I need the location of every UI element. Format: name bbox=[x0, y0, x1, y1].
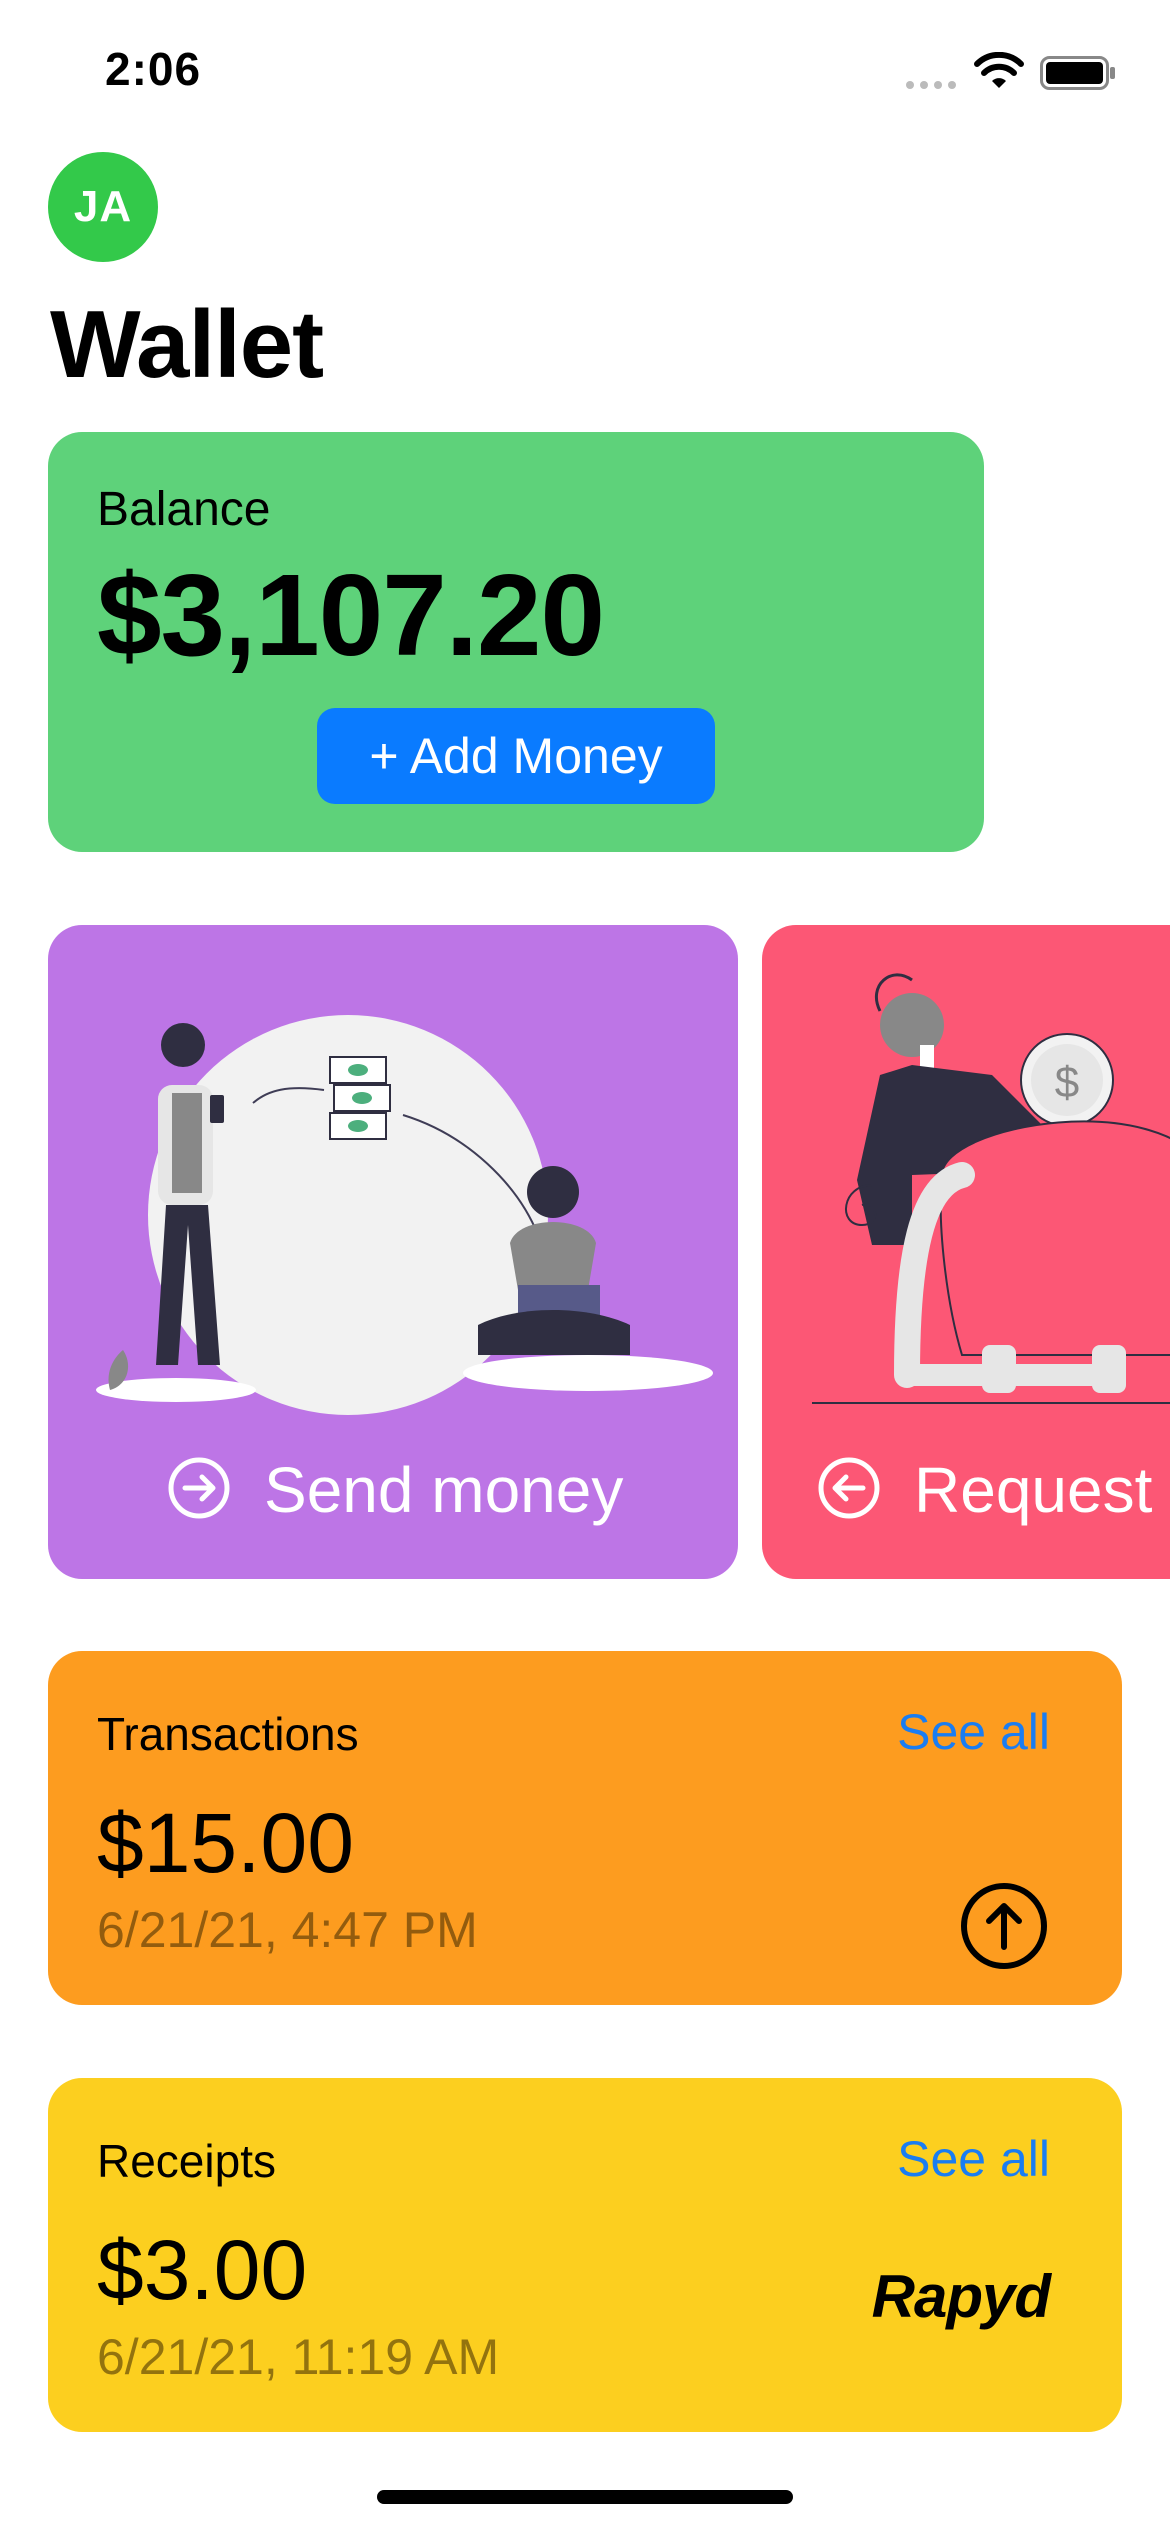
rapyd-logo: Rapyd bbox=[871, 2263, 1051, 2330]
transactions-card[interactable]: Transactions See all $15.00 6/21/21, 4:4… bbox=[48, 1651, 1122, 2005]
battery-icon bbox=[1040, 56, 1115, 90]
arrow-up-circle-icon bbox=[961, 1883, 1047, 1969]
receipts-title: Receipts bbox=[97, 2135, 276, 2187]
arrow-left-circle-icon bbox=[818, 1457, 880, 1519]
home-indicator bbox=[377, 2490, 793, 2504]
transactions-title: Transactions bbox=[97, 1708, 359, 1760]
send-money-label: Send money bbox=[264, 1454, 624, 1526]
request-money-card[interactable]: $ Request money bbox=[762, 925, 1170, 1579]
receipt-date: 6/21/21, 11:19 AM bbox=[97, 2329, 500, 2385]
wifi-icon bbox=[974, 52, 1024, 88]
avatar[interactable]: JA bbox=[48, 152, 158, 262]
request-money-illustration: $ bbox=[812, 973, 1170, 1404]
cellular-signal-icon bbox=[906, 81, 956, 89]
balance-amount: $3,107.20 bbox=[97, 550, 605, 680]
receipt-amount: $3.00 bbox=[97, 2223, 308, 2317]
add-money-button[interactable]: + Add Money bbox=[317, 708, 715, 804]
svg-text:$: $ bbox=[1055, 1058, 1079, 1107]
receipts-see-all-link[interactable]: See all bbox=[897, 2130, 1050, 2188]
status-time: 2:06 bbox=[105, 43, 202, 95]
receipts-card[interactable]: Receipts See all $3.00 6/21/21, 11:19 AM… bbox=[48, 2078, 1122, 2432]
transaction-date: 6/21/21, 4:47 PM bbox=[97, 1902, 478, 1958]
request-money-label: Request money bbox=[914, 1454, 1170, 1526]
transactions-see-all-link[interactable]: See all bbox=[897, 1703, 1050, 1761]
send-money-card[interactable]: Send money bbox=[48, 925, 738, 1579]
transaction-amount: $15.00 bbox=[97, 1796, 354, 1890]
page-title: Wallet bbox=[50, 291, 324, 398]
send-money-illustration bbox=[96, 1015, 713, 1415]
balance-label: Balance bbox=[97, 483, 271, 536]
arrow-right-circle-icon bbox=[168, 1457, 230, 1519]
